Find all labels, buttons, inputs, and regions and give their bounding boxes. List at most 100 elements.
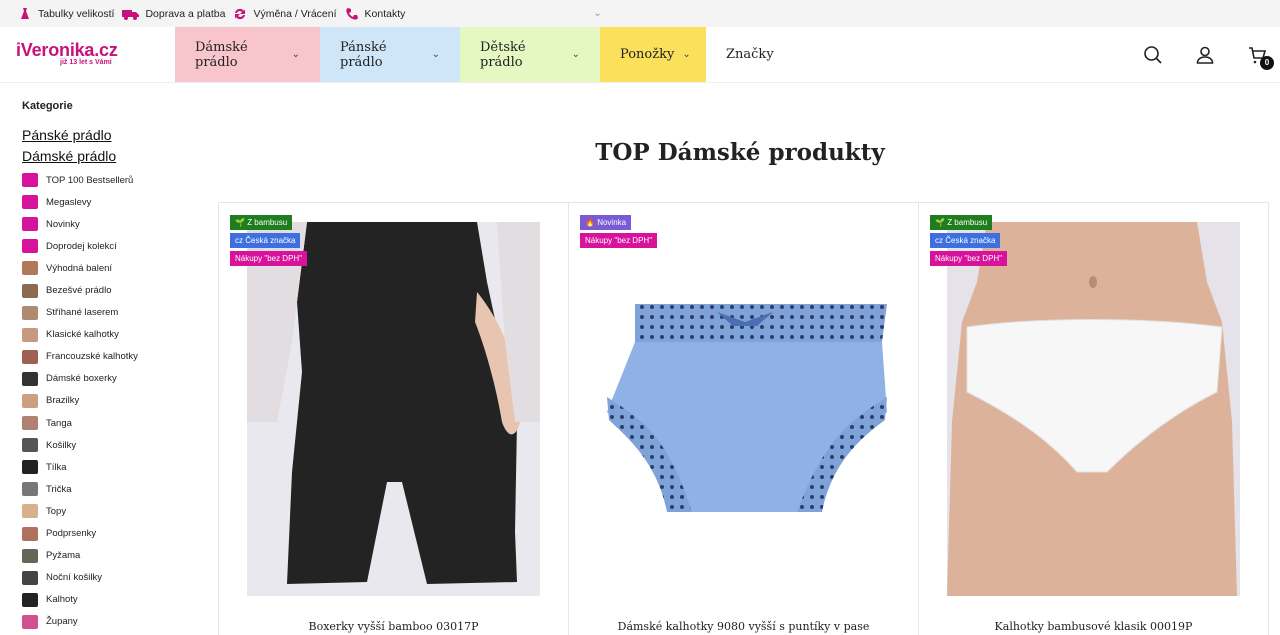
contacts-link[interactable]: Kontakty — [345, 7, 406, 21]
nav-label: Ponožky — [620, 47, 675, 62]
category-label: TOP 100 Bestsellerů — [46, 174, 134, 186]
badge-group: 🌱 Z bambusu cz Česká značka Nákupy "bez … — [230, 215, 308, 266]
header-actions: 0 — [1112, 27, 1280, 82]
chevron-down-icon: ⌄ — [431, 49, 440, 60]
product-card[interactable]: 🌱 Z bambusu cz Česká značka Nákupy "bez … — [218, 202, 569, 635]
category-label: Kalhoty — [46, 594, 78, 606]
category-label: Bezešvé prádlo — [46, 285, 112, 297]
search-icon[interactable] — [1142, 44, 1164, 66]
sidebar-link-mens[interactable]: Pánské prádlo — [22, 127, 200, 143]
sidebar-category-item[interactable]: Megaslevy — [22, 191, 200, 213]
sidebar-category-item[interactable]: Novinky — [22, 213, 200, 235]
category-label: Výhodná balení — [46, 262, 113, 274]
site-logo[interactable]: iVeronika.cz již 13 let s Vámi — [0, 27, 175, 82]
product-image[interactable] — [947, 222, 1240, 596]
nav-womens-underwear[interactable]: Dámské prádlo ⌄ — [175, 27, 320, 82]
sidebar-category-item[interactable]: Klasické kalhotky — [22, 324, 200, 346]
category-label: Tanga — [46, 417, 72, 429]
product-image[interactable] — [247, 222, 540, 596]
phone-icon — [345, 7, 358, 20]
sidebar-category-item[interactable]: Pyžama — [22, 545, 200, 567]
product-grid: 🌱 Z bambusu cz Česká značka Nákupy "bez … — [218, 202, 1269, 635]
category-label: Župany — [46, 616, 78, 628]
page-body: Kategorie Pánské prádlo Dámské prádlo TO… — [0, 83, 1280, 635]
bamboo-badge: 🌱 Z bambusu — [230, 215, 293, 230]
category-thumbnail-icon — [22, 371, 38, 386]
category-list: TOP 100 Bestsellerů Megaslevy Novinky Dopro… — [22, 169, 200, 633]
main-content: TOP Dámské produkty 🌱 Z bambusu cz Česká… — [200, 83, 1280, 635]
category-label: Doprodej kolekcí — [46, 240, 117, 252]
category-thumbnail-icon — [22, 349, 38, 364]
truck-icon — [122, 9, 140, 20]
sidebar-category-item[interactable]: Tílka — [22, 456, 200, 478]
sidebar-category-item[interactable]: Noční košilky — [22, 567, 200, 589]
nav-label: Dámské prádlo — [195, 39, 248, 70]
nav-brands[interactable]: Značky — [706, 27, 794, 82]
returns-link[interactable]: Výměna / Vrácení — [233, 7, 337, 21]
product-name[interactable]: Kalhotky bambusové klasik 00019P — [919, 620, 1268, 633]
czech-brand-badge: cz Česká značka — [230, 233, 301, 248]
category-label: Tílka — [46, 461, 67, 473]
sidebar-title: Kategorie — [22, 100, 73, 112]
nav-mens-underwear[interactable]: Pánské prádlo ⌄ — [320, 27, 460, 82]
product-name[interactable]: Boxerky vyšší bamboo 03017P — [219, 620, 568, 633]
category-thumbnail-icon — [22, 526, 38, 541]
nav-socks[interactable]: Ponožky ⌄ — [600, 27, 706, 82]
category-thumbnail-icon — [22, 504, 38, 519]
exchange-icon — [235, 8, 246, 19]
category-thumbnail-icon — [22, 482, 38, 497]
sidebar-category-item[interactable]: Župany — [22, 611, 200, 633]
product-image[interactable] — [597, 222, 890, 596]
sidebar-category-item[interactable]: Topy — [22, 500, 200, 522]
category-thumbnail-icon — [22, 548, 38, 563]
no-vat-badge: Nákupy "bez DPH" — [580, 233, 658, 248]
sidebar-category-item[interactable]: Francouzské kalhotky — [22, 346, 200, 368]
bamboo-badge: 🌱 Z bambusu — [930, 215, 993, 230]
sidebar-category-item[interactable]: Výhodná balení — [22, 257, 200, 279]
category-thumbnail-icon — [22, 195, 38, 210]
chevron-down-icon[interactable]: ⌄ — [593, 8, 601, 19]
category-thumbnail-icon — [22, 173, 38, 188]
category-label: Trička — [46, 483, 72, 495]
badge-group: 🔥 Novinka Nákupy "bez DPH" — [580, 215, 658, 248]
size-tables-link[interactable]: Tabulky velikostí — [18, 7, 114, 21]
contacts-label: Kontakty — [364, 7, 406, 20]
category-label: Brazilky — [46, 395, 80, 407]
main-nav: Dámské prádlo ⌄ Pánské prádlo ⌄ Dětské prá… — [175, 27, 1112, 82]
no-vat-badge: Nákupy "bez DPH" — [230, 251, 308, 266]
product-name[interactable]: Dámské kalhotky 9080 vyšší s puntíky v p… — [569, 620, 918, 633]
sidebar-category-item[interactable]: Bezešvé prádlo — [22, 279, 200, 301]
category-thumbnail-icon — [22, 327, 38, 342]
product-card[interactable]: 🔥 Novinka Nákupy "bez DPH" Dámské kalhot… — [568, 202, 919, 635]
sidebar-category-item[interactable]: Brazilky — [22, 390, 200, 412]
sidebar-category-item[interactable]: Podprsenky — [22, 523, 200, 545]
nav-label: Značky — [726, 47, 774, 62]
size-tables-label: Tabulky velikostí — [38, 7, 115, 20]
sidebar-category-item[interactable]: Košilky — [22, 434, 200, 456]
chevron-down-icon: ⌄ — [571, 49, 580, 60]
category-thumbnail-icon — [22, 570, 38, 585]
sidebar-category-item[interactable]: Doprodej kolekcí — [22, 235, 200, 257]
nav-label: Pánské prádlo — [340, 39, 387, 70]
sidebar-category-item[interactable]: Trička — [22, 478, 200, 500]
category-label: Košilky — [46, 439, 77, 451]
no-vat-badge: Nákupy "bez DPH" — [930, 251, 1008, 266]
product-card[interactable]: 🌱 Z bambusu cz Česká značka Nákupy "bez … — [918, 202, 1269, 635]
category-thumbnail-icon — [22, 239, 38, 254]
category-thumbnail-icon — [22, 614, 38, 629]
logo-tagline: již 13 let s Vámi — [60, 59, 112, 66]
category-sidebar: Kategorie Pánské prádlo Dámské prádlo TO… — [0, 83, 200, 633]
sidebar-link-womens[interactable]: Dámské prádlo — [22, 148, 200, 164]
nav-kids-underwear[interactable]: Dětské prádlo ⌄ — [460, 27, 600, 82]
sidebar-category-item[interactable]: Tanga — [22, 412, 200, 434]
nav-label: Dětské prádlo — [480, 39, 526, 70]
cart-button[interactable]: 0 — [1246, 44, 1274, 70]
category-thumbnail-icon — [22, 438, 38, 453]
category-thumbnail-icon — [22, 305, 38, 320]
sidebar-category-item[interactable]: TOP 100 Bestsellerů — [22, 169, 200, 191]
user-icon[interactable] — [1194, 44, 1216, 66]
sidebar-category-item[interactable]: Dámské boxerky — [22, 368, 200, 390]
sidebar-category-item[interactable]: Stříhané laserem — [22, 302, 200, 324]
sidebar-category-item[interactable]: Kalhoty — [22, 589, 200, 611]
shipping-link[interactable]: Doprava a platba — [122, 7, 225, 21]
